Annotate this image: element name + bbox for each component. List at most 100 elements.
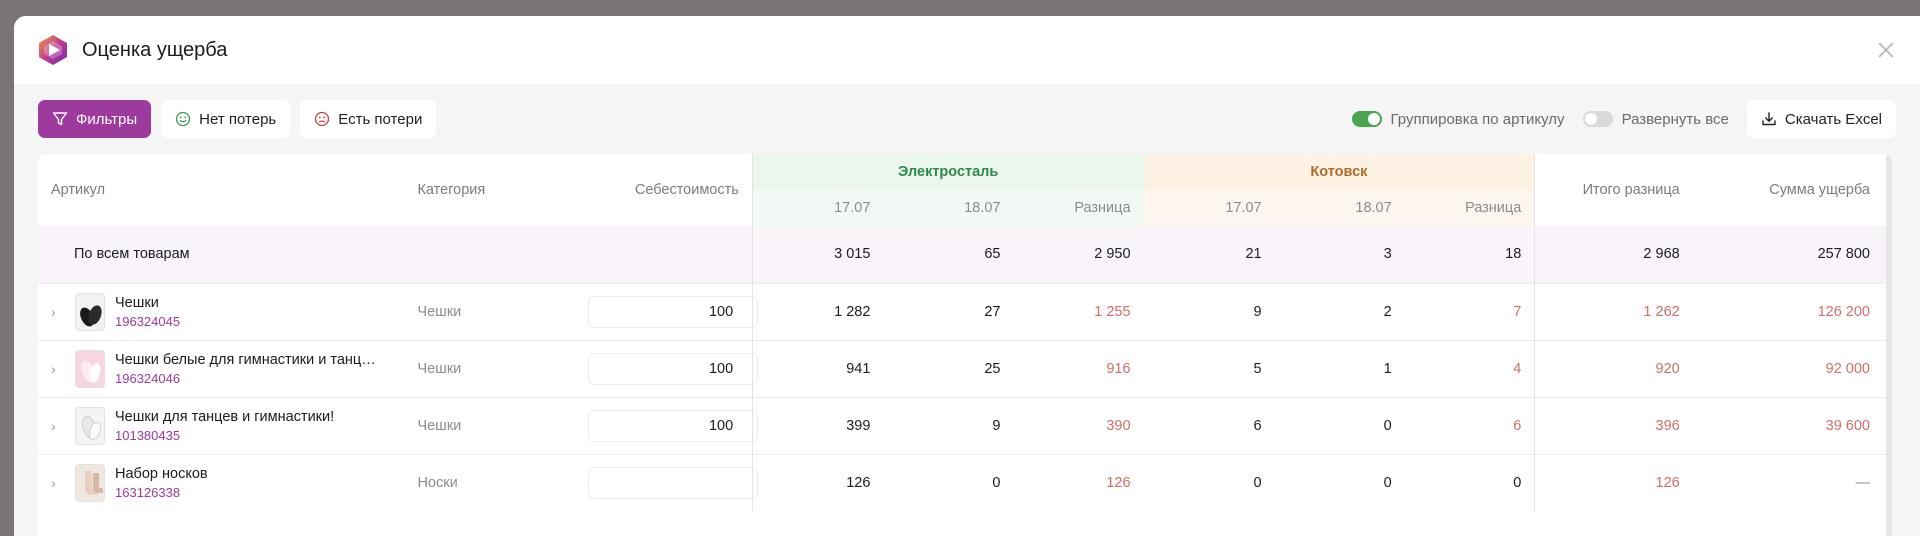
filter-icon bbox=[52, 112, 68, 126]
total-kt-d2: 3 bbox=[1274, 226, 1405, 283]
el-diff-cell: 126 bbox=[1013, 453, 1144, 511]
product-sku-link[interactable]: 196324045 bbox=[115, 314, 180, 329]
product-name: Чешки bbox=[115, 294, 159, 311]
el-d1-cell: 1 282 bbox=[751, 282, 884, 340]
header-kt-date-2[interactable]: 18.07 bbox=[1274, 190, 1405, 226]
download-excel-button[interactable]: Скачать Excel bbox=[1746, 100, 1896, 138]
expand-all-label: Развернуть все bbox=[1621, 110, 1729, 128]
kt-d1-cell: 6 bbox=[1143, 396, 1275, 454]
damage-cell: — bbox=[1692, 453, 1892, 511]
total-total-diff: 2 968 bbox=[1534, 226, 1693, 283]
cost-input[interactable]: 100 bbox=[588, 295, 759, 328]
product-thumbnail bbox=[75, 406, 105, 445]
chevron-right-icon[interactable]: › bbox=[51, 304, 69, 320]
chevron-right-icon[interactable]: › bbox=[51, 475, 69, 491]
article-cell: › Чешки для танцев и гимнастики! 1013804… bbox=[38, 396, 405, 454]
group-by-article-toggle[interactable] bbox=[1351, 111, 1382, 127]
header-kt-date-1[interactable]: 17.07 bbox=[1143, 190, 1275, 226]
has-losses-button[interactable]: Есть потери bbox=[300, 100, 437, 138]
expand-all-toggle[interactable] bbox=[1582, 111, 1613, 127]
kt-diff-cell: 4 bbox=[1404, 339, 1535, 397]
kt-d1-cell: 5 bbox=[1143, 339, 1275, 397]
header-article[interactable]: Артикул bbox=[38, 154, 404, 226]
damage-cell: 92 000 bbox=[1692, 339, 1892, 397]
kt-d2-cell: 0 bbox=[1274, 453, 1405, 511]
table-scrollbar[interactable] bbox=[1886, 154, 1892, 536]
cost-cell: 100 bbox=[588, 339, 759, 397]
damage-assessment-modal: Оценка ущерба Фильтры Нет потерь Есть по… bbox=[14, 16, 1920, 536]
damage-cell: 39 600 bbox=[1692, 396, 1892, 454]
el-d1-cell: 126 bbox=[751, 453, 884, 511]
header-category[interactable]: Категория bbox=[404, 154, 588, 226]
total-diff-cell: 1 262 bbox=[1534, 282, 1693, 340]
toolbar: Фильтры Нет потерь Есть потери Группиров… bbox=[14, 84, 1920, 154]
modal-header: Оценка ущерба bbox=[14, 16, 1920, 84]
el-d2-cell: 9 bbox=[883, 396, 1014, 454]
header-el-date-2[interactable]: 18.07 bbox=[883, 190, 1014, 226]
total-row: По всем товарам 3 015 65 2 950 21 3 18 2… bbox=[38, 226, 1892, 283]
product-sku-link[interactable]: 101380435 bbox=[115, 428, 334, 443]
table-row[interactable]: › Набор носков 163126338 Носки 126 0 126… bbox=[38, 453, 1892, 511]
table-row[interactable]: › Чешки 196324045 Чешки 100 1 282 27 1 2… bbox=[38, 282, 1892, 340]
header-damage-sum[interactable]: Сумма ущерба bbox=[1693, 154, 1892, 226]
el-d2-cell: 25 bbox=[883, 339, 1014, 397]
cost-input[interactable] bbox=[588, 466, 759, 499]
category-cell: Носки bbox=[404, 453, 589, 511]
chevron-right-icon[interactable]: › bbox=[51, 418, 69, 434]
damage-cell: 126 200 bbox=[1692, 282, 1892, 340]
kt-d1-cell: 9 bbox=[1143, 282, 1275, 340]
no-losses-button[interactable]: Нет потерь bbox=[161, 100, 291, 138]
cost-cell: 100 bbox=[588, 396, 759, 454]
has-losses-label: Есть потери bbox=[338, 110, 423, 128]
filters-button[interactable]: Фильтры bbox=[38, 100, 152, 138]
article-cell: › Чешки белые для гимнастики и танц… 196… bbox=[38, 339, 405, 397]
chevron-right-icon[interactable]: › bbox=[51, 361, 69, 377]
total-kt-d1: 21 bbox=[1143, 226, 1275, 283]
kt-d1-cell: 0 bbox=[1143, 453, 1275, 511]
header-warehouse-kotovsk: Котовск bbox=[1143, 154, 1535, 190]
header-kt-diff[interactable]: Разница bbox=[1404, 190, 1535, 226]
header-warehouse-elektrostal: Электросталь bbox=[751, 154, 1144, 190]
kt-diff-cell: 0 bbox=[1404, 453, 1535, 511]
total-diff-cell: 396 bbox=[1534, 396, 1693, 454]
total-diff-cell: 126 bbox=[1534, 453, 1693, 511]
sad-face-icon bbox=[315, 111, 330, 127]
cost-input[interactable]: 100 bbox=[588, 409, 759, 442]
filters-button-label: Фильтры bbox=[76, 110, 138, 128]
header-total-diff[interactable]: Итого разница bbox=[1534, 154, 1693, 226]
category-cell: Чешки bbox=[404, 282, 589, 340]
el-d2-cell: 27 bbox=[883, 282, 1014, 340]
damage-table: Артикул Категория Себестоимость Электрос… bbox=[38, 154, 1892, 511]
group-by-article-label: Группировка по артикулу bbox=[1390, 110, 1565, 128]
table-row[interactable]: › Чешки белые для гимнастики и танц… 196… bbox=[38, 339, 1892, 397]
kt-d2-cell: 2 bbox=[1274, 282, 1405, 340]
total-damage: 257 800 bbox=[1692, 226, 1892, 283]
product-sku-link[interactable]: 163126338 bbox=[115, 485, 208, 500]
ballet-shoes-image bbox=[80, 304, 102, 326]
product-sku-link[interactable]: 196324046 bbox=[115, 371, 376, 386]
group-by-article-toggle-wrap: Группировка по артикулу bbox=[1351, 110, 1565, 128]
article-cell: › Чешки 196324045 bbox=[38, 282, 405, 340]
header-el-date-1[interactable]: 17.07 bbox=[751, 190, 884, 226]
product-thumbnail bbox=[75, 349, 105, 388]
close-icon[interactable] bbox=[1874, 38, 1898, 62]
total-diff-cell: 920 bbox=[1534, 339, 1693, 397]
modal-title: Оценка ущерба bbox=[82, 38, 228, 61]
download-icon bbox=[1762, 112, 1776, 126]
product-thumbnail bbox=[75, 292, 105, 331]
total-kt-diff: 18 bbox=[1404, 226, 1535, 283]
el-diff-cell: 390 bbox=[1013, 396, 1144, 454]
el-d2-cell: 0 bbox=[883, 453, 1014, 511]
table-row[interactable]: › Чешки для танцев и гимнастики! 1013804… bbox=[38, 396, 1892, 454]
header-cost[interactable]: Себестоимость bbox=[588, 154, 752, 226]
el-d1-cell: 399 bbox=[751, 396, 884, 454]
header-el-diff[interactable]: Разница bbox=[1013, 190, 1144, 226]
download-excel-label: Скачать Excel bbox=[1784, 110, 1882, 128]
dance-shoes-image bbox=[82, 415, 101, 440]
kt-d2-cell: 1 bbox=[1274, 339, 1405, 397]
kt-d2-cell: 0 bbox=[1274, 396, 1405, 454]
cost-input[interactable]: 100 bbox=[588, 352, 759, 385]
kt-diff-cell: 6 bbox=[1404, 396, 1535, 454]
damage-table-card: Артикул Категория Себестоимость Электрос… bbox=[38, 154, 1892, 536]
expand-all-toggle-wrap: Развернуть все bbox=[1582, 110, 1729, 128]
